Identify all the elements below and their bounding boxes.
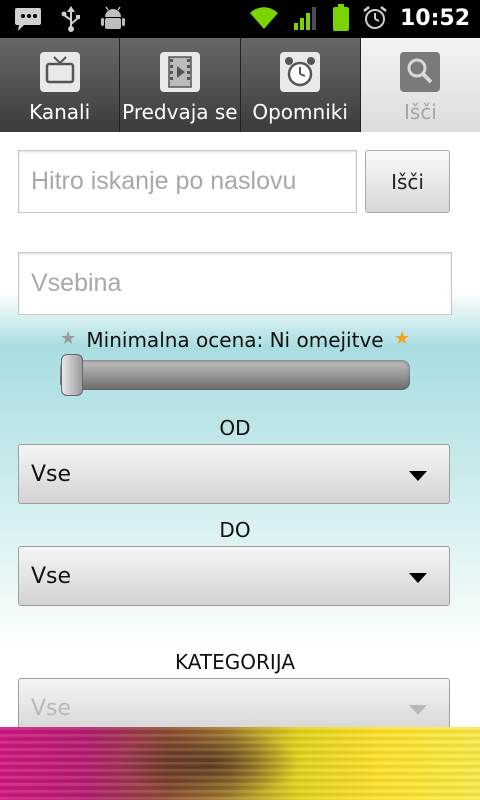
star-full-icon: ★ (394, 328, 411, 349)
tab-isci[interactable]: Išči (360, 38, 480, 132)
from-select[interactable]: Vse (18, 444, 450, 504)
message-icon (15, 8, 41, 31)
status-system-icons: 10:52 (248, 4, 470, 32)
tab-isci-label: Išči (403, 100, 437, 124)
wifi-icon (249, 7, 278, 30)
tab-kanali-label: Kanali (29, 100, 91, 124)
rating-slider-thumb[interactable] (61, 354, 83, 396)
tab-kanali[interactable]: Kanali (0, 38, 121, 132)
alarm-icon (363, 6, 387, 29)
tab-predvaja-se[interactable]: Predvaja se (120, 38, 241, 132)
search-button[interactable]: Išči (365, 150, 450, 213)
to-label: DO (219, 518, 251, 542)
tab-bar: Kanali Predvaja se Opomniki Išči (0, 38, 480, 132)
status-notification-icons (14, 6, 126, 32)
from-select-value: Vse (31, 461, 72, 487)
tv-icon (39, 52, 80, 92)
clock-time: 10:52 (399, 5, 470, 31)
search-form: Hitro iskanje po naslovu Išči Vsebina ★ … (0, 132, 480, 727)
to-select-value: Vse (31, 563, 72, 589)
tab-opomniki-label: Opomniki (252, 100, 348, 124)
title-search-input[interactable]: Hitro iskanje po naslovu (18, 150, 357, 213)
category-select-value: Vse (31, 695, 72, 721)
dropdown-arrow-icon (409, 705, 427, 715)
film-icon (159, 52, 200, 92)
android-debug-icon (101, 6, 125, 29)
from-label: OD (219, 416, 251, 440)
category-label: KATEGORIJA (174, 650, 295, 674)
dropdown-arrow-icon (409, 471, 427, 481)
dropdown-arrow-icon (409, 573, 427, 583)
status-bar: 10:52 (0, 0, 480, 38)
rating-slider[interactable] (60, 360, 410, 390)
alarm-clock-icon (280, 52, 321, 92)
search-icon (400, 52, 441, 92)
battery-icon (332, 4, 349, 31)
signal-icon (293, 7, 316, 30)
ad-banner[interactable] (0, 727, 480, 800)
tab-opomniki[interactable]: Opomniki (240, 38, 361, 132)
usb-icon (61, 6, 80, 32)
banner-streaks (0, 727, 480, 800)
to-select[interactable]: Vse (18, 546, 450, 606)
category-select[interactable]: Vse (18, 678, 450, 727)
tab-predvaja-se-label: Predvaja se (122, 100, 238, 124)
content-search-input[interactable]: Vsebina (18, 252, 452, 315)
